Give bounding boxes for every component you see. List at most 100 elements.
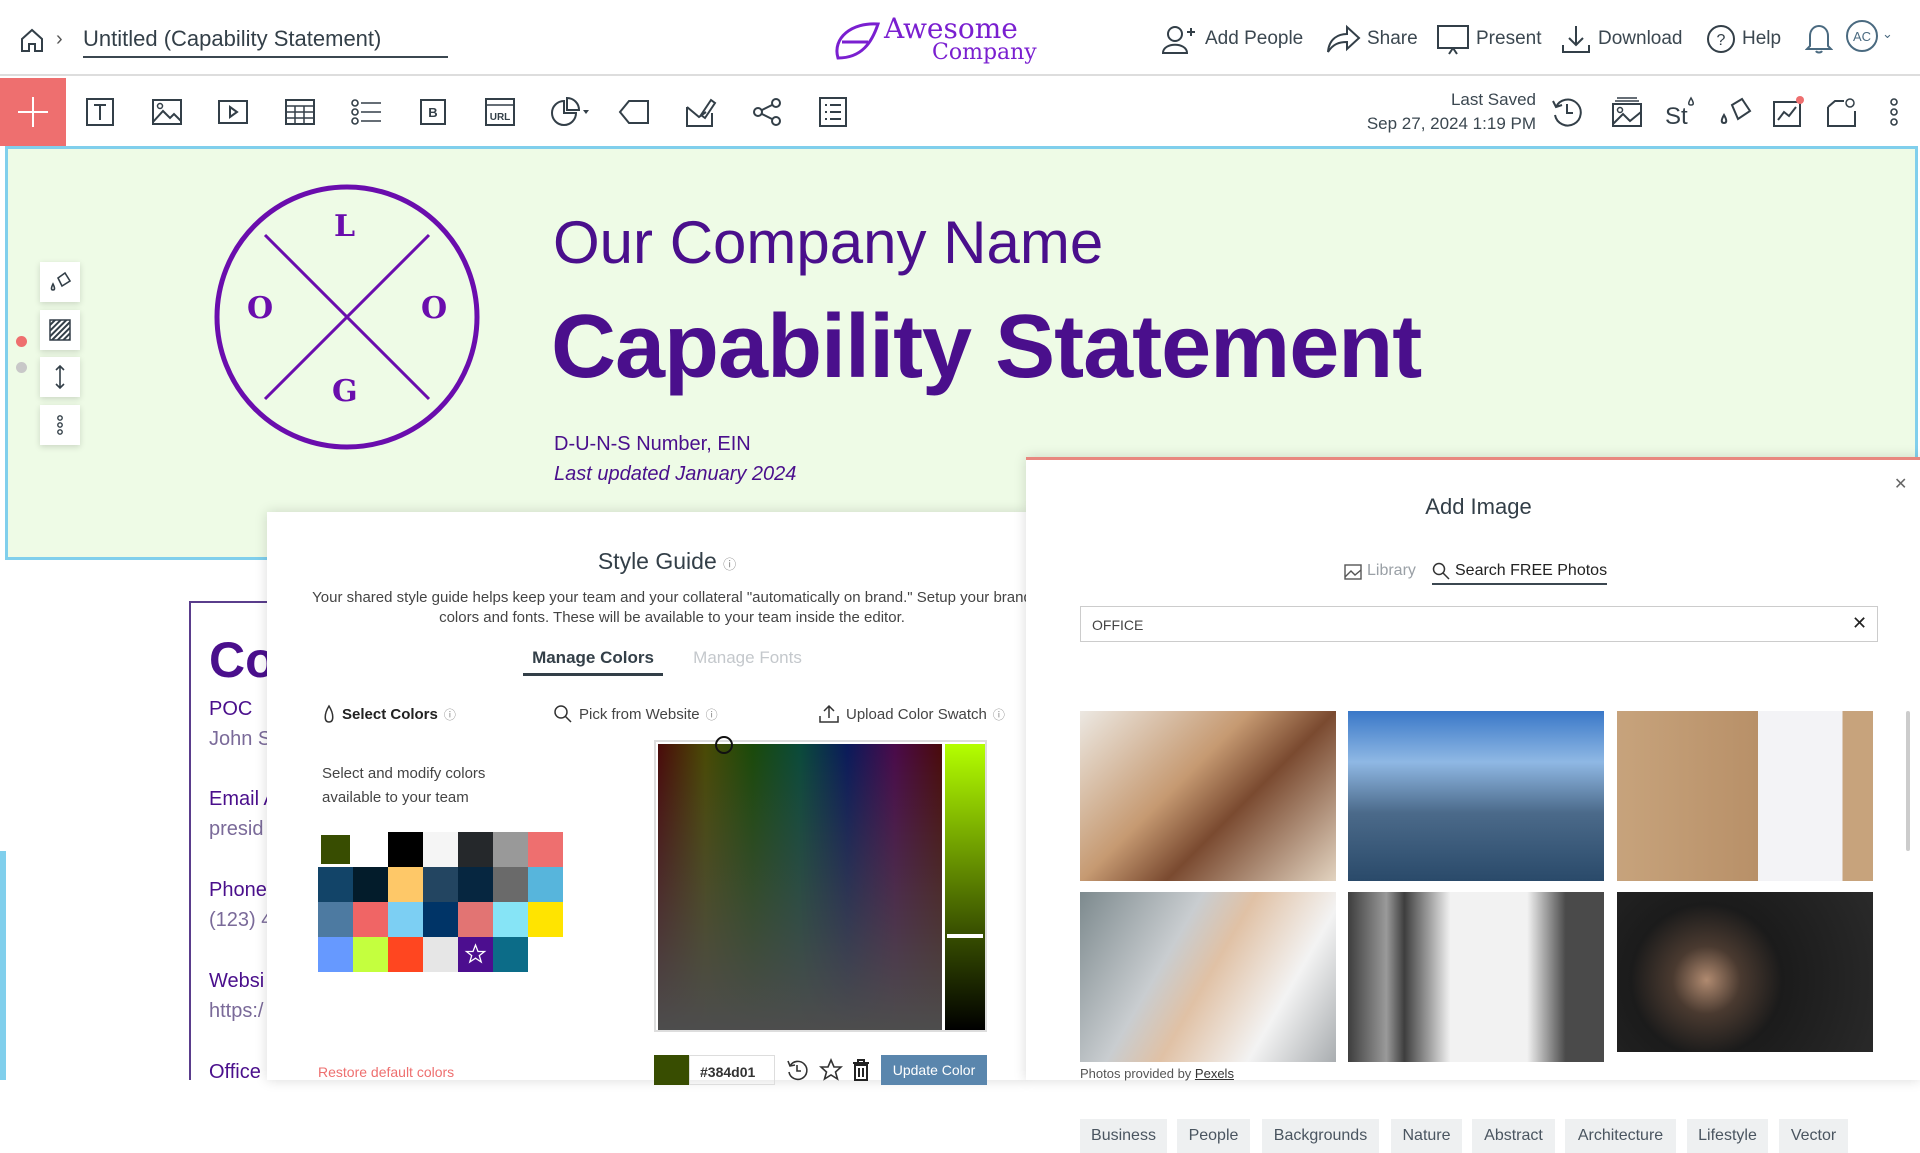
category-chip-abstract[interactable]: Abstract	[1472, 1119, 1555, 1153]
add-people-button[interactable]: Add People	[1161, 22, 1303, 56]
block-indicator-dot[interactable]	[16, 362, 27, 373]
color-swatch[interactable]	[528, 902, 563, 937]
help-button[interactable]: ? Help	[1706, 22, 1781, 56]
tab-manage-colors[interactable]: Manage Colors	[523, 648, 663, 676]
photo-chart-on-desk[interactable]	[1617, 711, 1873, 881]
color-swatch[interactable]	[528, 832, 563, 867]
add-block-button[interactable]	[0, 78, 66, 146]
present-button[interactable]: Present	[1436, 22, 1541, 56]
duns-text[interactable]: D-U-N-S Number, EIN	[554, 433, 751, 456]
url-embed-tool-icon[interactable]: URL	[480, 92, 520, 132]
color-swatch[interactable]	[353, 832, 388, 867]
photo-thumbs-up[interactable]	[1617, 892, 1873, 1052]
pick-from-website-option[interactable]: Pick from Website ⓘ	[553, 704, 718, 724]
color-swatch[interactable]	[318, 937, 353, 972]
close-panel-icon[interactable]: ✕	[1894, 474, 1907, 494]
logo-placeholder[interactable]: L O O G	[213, 183, 481, 451]
color-swatch[interactable]	[388, 902, 423, 937]
color-swatch[interactable]	[493, 867, 528, 902]
color-swatch[interactable]	[423, 832, 458, 867]
shape-tool-icon[interactable]	[614, 92, 654, 132]
photo-search-input[interactable]: OFFICE	[1080, 606, 1878, 642]
analytics-icon[interactable]	[1768, 92, 1808, 132]
delete-trash-icon[interactable]	[851, 1058, 871, 1082]
bell-icon[interactable]	[1805, 22, 1833, 54]
category-chip-people[interactable]: People	[1177, 1119, 1250, 1153]
button-tool-icon[interactable]: B	[413, 92, 453, 132]
color-swatch[interactable]	[458, 867, 493, 902]
table-tool-icon[interactable]	[280, 92, 320, 132]
color-swatch[interactable]	[423, 867, 458, 902]
hex-color-input[interactable]: #384d01	[689, 1055, 775, 1085]
home-icon[interactable]	[18, 26, 46, 54]
social-share-tool-icon[interactable]	[747, 92, 787, 132]
pexels-link[interactable]: Pexels	[1195, 1066, 1234, 1081]
document-title-heading[interactable]: Capability Statement	[551, 296, 1422, 399]
category-chip-architecture[interactable]: Architecture	[1565, 1119, 1676, 1153]
block-resize-height-button[interactable]	[40, 357, 80, 397]
avatar-chevron-down-icon[interactable]: ⌄	[1882, 26, 1893, 42]
color-swatch[interactable]	[388, 937, 423, 972]
user-avatar[interactable]: AC	[1846, 20, 1878, 52]
theme-color-icon[interactable]	[1715, 92, 1755, 132]
color-swatch[interactable]	[353, 937, 388, 972]
block-color-button[interactable]	[40, 262, 80, 302]
block-background-pattern-button[interactable]	[40, 310, 80, 350]
photo-city-skyline[interactable]	[1348, 711, 1604, 881]
brightness-slider[interactable]	[945, 744, 985, 1030]
favorite-star-icon[interactable]	[819, 1058, 843, 1082]
tab-search-free-photos[interactable]: Search FREE Photos	[1432, 562, 1608, 585]
category-chip-lifestyle[interactable]: Lifestyle	[1687, 1119, 1768, 1153]
photo-team-handshake[interactable]	[1080, 711, 1336, 881]
video-tool-icon[interactable]	[213, 92, 253, 132]
color-swatch[interactable]	[493, 937, 528, 972]
restore-default-colors-link[interactable]: Restore default colors	[318, 1064, 454, 1080]
chart-tool-dropdown[interactable]	[547, 92, 593, 132]
brightness-slider-handle[interactable]	[947, 934, 983, 938]
color-swatch[interactable]	[318, 867, 353, 902]
last-updated-text[interactable]: Last updated January 2024	[554, 463, 796, 486]
color-swatch[interactable]	[353, 902, 388, 937]
category-chip-business[interactable]: Business	[1080, 1119, 1167, 1153]
select-colors-option[interactable]: Select Colors ⓘ	[322, 704, 456, 724]
color-swatch[interactable]	[458, 832, 493, 867]
image-tool-icon[interactable]	[147, 92, 187, 132]
photo-woman-on-phone[interactable]	[1080, 892, 1336, 1062]
block-indicator-dot-active[interactable]	[16, 336, 27, 347]
info-icon[interactable]: ⓘ	[723, 557, 736, 572]
color-picker-handle[interactable]	[715, 736, 733, 754]
share-button[interactable]: Share	[1325, 22, 1418, 56]
more-options-icon[interactable]	[1874, 92, 1914, 132]
photo-laptop-reports[interactable]	[1348, 892, 1604, 1062]
color-swatch[interactable]	[388, 832, 423, 867]
category-chip-vector[interactable]: Vector	[1779, 1119, 1848, 1153]
signature-tool-icon[interactable]	[680, 92, 720, 132]
text-tool-icon[interactable]	[80, 92, 120, 132]
clear-search-icon[interactable]: ✕	[1852, 613, 1867, 634]
table-of-contents-tool-icon[interactable]	[813, 92, 853, 132]
color-swatch[interactable]	[493, 902, 528, 937]
document-settings-icon[interactable]	[1822, 92, 1862, 132]
tab-library[interactable]: Library	[1344, 562, 1416, 580]
company-name-text[interactable]: Our Company Name	[553, 208, 1103, 277]
tab-manage-fonts[interactable]: Manage Fonts	[685, 648, 810, 668]
photo-grid-scrollbar[interactable]	[1906, 711, 1910, 851]
color-swatch[interactable]	[423, 902, 458, 937]
category-chip-nature[interactable]: Nature	[1391, 1119, 1462, 1153]
document-title-input[interactable]: Untitled (Capability Statement)	[83, 26, 448, 58]
color-swatch[interactable]	[528, 867, 563, 902]
download-button[interactable]: Download	[1560, 22, 1683, 56]
color-swatch[interactable]	[388, 867, 423, 902]
color-swatch[interactable]	[318, 902, 353, 937]
version-history-icon[interactable]	[1547, 92, 1587, 132]
category-chip-backgrounds[interactable]: Backgrounds	[1262, 1119, 1379, 1153]
color-swatch-selected[interactable]	[321, 835, 350, 864]
saturation-brightness-area[interactable]	[658, 744, 942, 1030]
block-more-options-button[interactable]	[40, 405, 80, 445]
color-swatch[interactable]	[423, 937, 458, 972]
list-tool-icon[interactable]	[346, 92, 386, 132]
color-swatch[interactable]	[353, 867, 388, 902]
image-library-icon[interactable]	[1607, 92, 1647, 132]
color-history-icon[interactable]	[785, 1058, 809, 1082]
style-guide-icon[interactable]: St	[1661, 92, 1701, 132]
